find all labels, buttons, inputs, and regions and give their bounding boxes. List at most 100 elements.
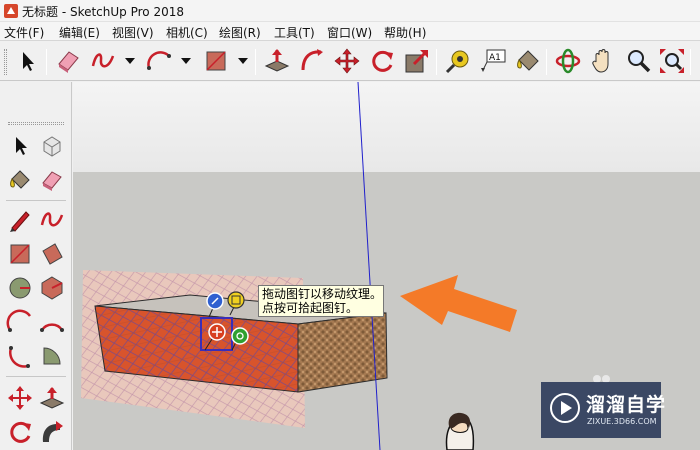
eraser-icon [58, 51, 79, 73]
freehand-icon [40, 212, 64, 227]
main-toolbar: A1 [0, 41, 700, 81]
watermark-badge: 溜溜自学 ZIXUE.3D66.COM [541, 382, 665, 438]
toolbar-separator [255, 49, 256, 75]
rotate-tool-button[interactable] [367, 46, 397, 76]
arc-icon [147, 51, 171, 70]
toolbar-separator [546, 49, 547, 75]
follow-me-tool-button[interactable] [297, 46, 327, 76]
arc-icon [6, 309, 32, 332]
palette-polygon-button[interactable] [38, 274, 66, 302]
toolbar-separator [436, 49, 437, 75]
green-pin-icon[interactable] [231, 327, 249, 345]
palette-move-button[interactable] [6, 384, 34, 412]
orbit-tool-button[interactable] [553, 46, 583, 76]
palette-pie-button[interactable] [38, 342, 66, 370]
paint-bucket-tool-button[interactable] [513, 46, 543, 76]
tape-measure-icon [445, 50, 469, 74]
two-point-arc-icon [40, 323, 64, 332]
toolbar-separator [46, 49, 47, 75]
menu-bar: 文件(F) 编辑(E) 视图(V) 相机(C) 绘图(R) 工具(T) 窗口(W… [0, 22, 700, 41]
polygon-icon [41, 276, 63, 300]
freehand-tool-button[interactable] [88, 46, 118, 76]
palette-paint-bucket-button[interactable] [6, 166, 34, 194]
move-icon [8, 386, 32, 410]
palette-select-button[interactable] [6, 132, 34, 160]
person-figure [445, 412, 475, 450]
pan-tool-button[interactable] [588, 46, 618, 76]
menu-edit[interactable]: 编辑(E) [59, 24, 100, 41]
palette-three-point-arc-button[interactable] [6, 342, 34, 370]
palette-freehand-button[interactable] [38, 206, 66, 234]
palette-eraser-button[interactable] [38, 166, 66, 194]
rectangle-icon [10, 244, 30, 264]
move-icon [334, 48, 360, 74]
orbit-icon [555, 48, 581, 74]
select-icon [23, 52, 34, 71]
palette-two-point-arc-button[interactable] [38, 308, 66, 336]
palette-component-button[interactable] [38, 132, 66, 160]
chevron-down-icon[interactable] [237, 55, 249, 67]
component-icon [43, 136, 61, 157]
menu-window[interactable]: 窗口(W) [327, 24, 372, 41]
rectangle-icon [206, 51, 226, 71]
menu-camera[interactable]: 相机(C) [166, 24, 208, 41]
text-icon: A1 [481, 49, 506, 72]
follow-me-icon [301, 49, 323, 71]
zoom-extents-tool-button[interactable] [657, 46, 687, 76]
palette-rotated-rectangle-button[interactable] [38, 240, 66, 268]
select-icon [16, 137, 27, 155]
sketchup-logo-icon [4, 4, 18, 18]
move-tool-button[interactable] [332, 46, 362, 76]
three-point-arc-icon [9, 346, 30, 368]
tooltip-line-1: 拖动图钉以移动纹理。 [262, 287, 383, 301]
tape-measure-tool-button[interactable] [443, 46, 473, 76]
window-title: 无标题 - SketchUp Pro 2018 [22, 5, 184, 19]
toolbar-separator [690, 49, 691, 75]
palette-rectangle-button[interactable] [6, 240, 34, 268]
select-tool-button[interactable] [12, 46, 42, 76]
palette-rotate-button[interactable] [6, 418, 34, 446]
watermark-name: 溜溜自学 [586, 394, 667, 416]
paint-bucket-icon [10, 170, 30, 189]
pan-icon [592, 49, 609, 73]
palette-circle-button[interactable] [6, 274, 34, 302]
arc-tool-button[interactable] [144, 46, 174, 76]
scale-tool-button[interactable] [402, 46, 432, 76]
pencil-icon [10, 211, 30, 232]
pie-icon [43, 347, 61, 365]
palette-follow-me-button[interactable] [38, 418, 66, 446]
push-pull-icon [39, 387, 65, 409]
palette-separator [6, 200, 66, 201]
rotated-rectangle-icon [42, 243, 63, 265]
menu-draw[interactable]: 绘图(R) [219, 24, 261, 41]
box-right-face [297, 312, 388, 393]
eraser-tool-button[interactable] [53, 46, 83, 76]
push-pull-tool-button[interactable] [262, 46, 292, 76]
sky-area [73, 82, 700, 172]
menu-view[interactable]: 视图(V) [112, 24, 154, 41]
zoom-icon [628, 50, 651, 73]
play-logo-icon [550, 393, 580, 423]
zoom-tool-button[interactable] [623, 46, 653, 76]
palette-separator [6, 376, 66, 377]
palette-arc-button[interactable] [6, 308, 34, 336]
push-pull-icon [264, 49, 290, 72]
zoom-extents-icon [660, 49, 684, 73]
palette-push-pull-button[interactable] [38, 384, 66, 412]
chevron-down-icon[interactable] [180, 55, 192, 67]
paint-bucket-icon [517, 50, 539, 71]
circle-icon [9, 277, 31, 299]
menu-tools[interactable]: 工具(T) [274, 24, 315, 41]
chevron-down-icon[interactable] [124, 55, 136, 67]
text-tool-button[interactable]: A1 [478, 46, 508, 76]
menu-file[interactable]: 文件(F) [4, 24, 44, 41]
pin-tooltip: 拖动图钉以移动纹理。 点按可拾起图钉。 [258, 285, 384, 317]
toolbar-grip[interactable] [4, 49, 7, 75]
palette-pencil-button[interactable] [6, 206, 34, 234]
yellow-pin-icon[interactable] [227, 291, 245, 309]
palette-grip[interactable] [8, 122, 64, 125]
menu-help[interactable]: 帮助(H) [384, 24, 426, 41]
eraser-icon [42, 171, 62, 191]
freehand-icon [91, 53, 115, 68]
rectangle-tool-button[interactable] [201, 46, 231, 76]
